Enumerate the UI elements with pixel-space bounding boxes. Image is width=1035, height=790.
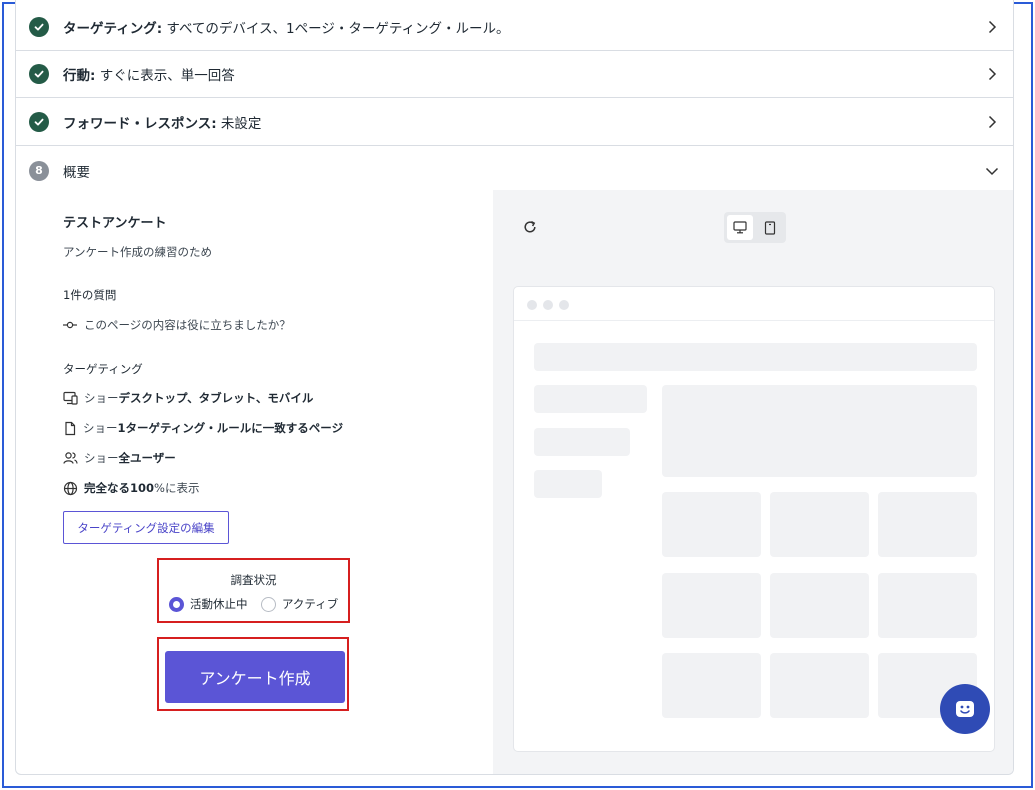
skeleton-block: [770, 492, 869, 557]
skeleton-block: [534, 470, 602, 498]
question-node-icon: [63, 321, 77, 329]
targeting-percentage: 完全なる100 %に表示: [63, 480, 199, 496]
window-dot: [527, 300, 537, 310]
tablet-preview-button[interactable]: [757, 215, 783, 240]
skeleton-block: [770, 573, 869, 638]
targeting-pages: ショー 1ターゲティング・ルールに一致するページ: [63, 420, 343, 436]
skeleton-block: [534, 385, 647, 413]
refresh-icon[interactable]: [523, 220, 537, 234]
survey-status-group: 調査状況 活動休止中 アクティブ: [157, 558, 350, 623]
edit-targeting-button[interactable]: ターゲティング設定の編集: [63, 511, 229, 544]
chevron-right-icon: [988, 115, 997, 129]
accordion-forward-label: フォワード・レスポンス: 未設定: [63, 116, 262, 132]
accordion-forward-responses[interactable]: フォワード・レスポンス: 未設定: [16, 99, 1013, 146]
skeleton-block: [662, 492, 761, 557]
skeleton-block: [662, 653, 761, 718]
browser-titlebar: [514, 287, 994, 321]
page-icon: [65, 421, 76, 435]
globe-icon: [63, 481, 78, 495]
tablet-icon: [764, 220, 776, 235]
radio-unselected-icon: [261, 596, 276, 612]
window-dot: [559, 300, 569, 310]
survey-status-title: 調査状況: [230, 573, 277, 587]
accordion-targeting-label: ターゲティング: すべてのデバイス、1ページ・ターゲティング・ルール。: [63, 21, 510, 37]
skeleton-block: [534, 343, 977, 371]
skeleton-block: [770, 653, 869, 718]
skeleton-block: [662, 385, 977, 477]
check-icon: [29, 112, 49, 132]
devices-icon: [63, 391, 78, 405]
survey-title: テストアンケート: [63, 216, 167, 231]
desktop-icon: [733, 221, 747, 234]
question-count: 1件の質問: [63, 288, 117, 302]
skeleton-block: [534, 428, 630, 456]
check-icon: [29, 64, 49, 84]
targeting-devices: ショー デスクトップ、タブレット、モバイル: [63, 390, 313, 406]
feedback-launcher-button[interactable]: [940, 684, 990, 734]
status-radio-active[interactable]: アクティブ: [261, 596, 338, 612]
status-radio-paused[interactable]: 活動休止中: [169, 596, 248, 612]
smile-icon: [956, 701, 974, 717]
skeleton-block: [662, 573, 761, 638]
check-icon: [29, 17, 49, 37]
skeleton-block: [878, 573, 977, 638]
chevron-right-icon: [988, 67, 997, 81]
accordion-summary[interactable]: 8 概要: [16, 147, 1013, 194]
step-number-badge: 8: [29, 160, 49, 181]
accordion-behavior-label: 行動: すぐに表示、単一回答: [63, 68, 235, 84]
chevron-down-icon: [985, 167, 999, 175]
window-dot: [543, 300, 553, 310]
device-toggle: [724, 212, 786, 243]
accordion-targeting[interactable]: ターゲティング: すべてのデバイス、1ページ・ターゲティング・ルール。: [16, 4, 1013, 51]
create-survey-button[interactable]: アンケート作成: [165, 651, 345, 703]
preview-panel: [493, 190, 1013, 774]
accordion-behavior[interactable]: 行動: すぐに表示、単一回答: [16, 51, 1013, 98]
radio-selected-icon: [169, 596, 184, 612]
survey-description: アンケート作成の練習のため: [63, 245, 213, 259]
desktop-preview-button[interactable]: [727, 215, 753, 240]
question-text: このページの内容は役に立ちましたか？: [84, 318, 291, 332]
users-icon: [63, 452, 78, 464]
chevron-right-icon: [988, 20, 997, 34]
skeleton-block: [878, 492, 977, 557]
targeting-heading: ターゲティング: [63, 362, 143, 376]
accordion-summary-label: 概要: [63, 164, 90, 181]
browser-mockup: [513, 286, 995, 752]
question-item: このページの内容は役に立ちましたか？: [63, 317, 291, 333]
targeting-users: ショー 全ユーザー: [63, 450, 176, 466]
create-survey-highlight: アンケート作成: [157, 637, 349, 711]
